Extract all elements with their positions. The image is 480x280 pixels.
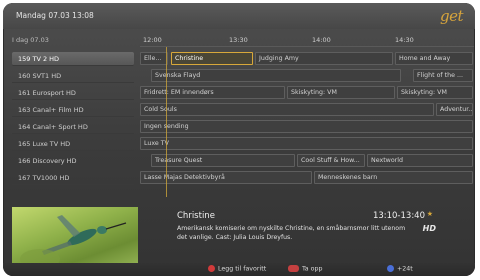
record-button[interactable]: Ta opp [288, 265, 323, 273]
channel-row[interactable]: 159 TV 2 HD [12, 52, 134, 66]
star-icon: ★ [426, 210, 433, 218]
program-cell[interactable]: Cool Stuff & How... [297, 154, 365, 167]
channel-row[interactable]: 160 SVT1 HD [12, 69, 134, 83]
program-info-panel: Christine 13:10-13:40 ★ HD Amerikansk ko… [151, 207, 469, 267]
hd-badge: HD [422, 224, 436, 233]
time-label: 14:30 [395, 36, 414, 44]
record-icon [288, 265, 299, 272]
epg-screen: Mandag 07.03 13:08 get I dag 07.03 12:00… [3, 3, 475, 276]
time-label: 13:30 [229, 36, 248, 44]
channel-row[interactable]: 163 Canal+ Film HD [12, 103, 134, 117]
program-cell[interactable]: Home and Away [395, 52, 473, 65]
top-bar: Mandag 07.03 13:08 get [3, 3, 475, 29]
program-cell[interactable]: Flight of the ... [413, 69, 473, 82]
program-description: Amerikansk komiserie om nyskilte Christi… [177, 225, 406, 241]
current-datetime: Mandag 07.03 13:08 [16, 11, 94, 20]
program-cell[interactable]: Skiskyting: VM [397, 86, 473, 99]
channel-row[interactable]: 166 Discovery HD [12, 154, 134, 168]
today-label: I dag 07.03 [12, 36, 49, 44]
program-cell[interactable]: Svenska Flayd [151, 69, 401, 82]
program-cell[interactable]: Ingen sending [140, 120, 473, 133]
current-time-line [166, 47, 167, 197]
program-cell[interactable]: Nextworld [367, 154, 473, 167]
channel-row[interactable]: 165 Luxe TV HD [12, 137, 134, 151]
time-label: 12:00 [143, 36, 162, 44]
program-cell[interactable]: Luxe TV [140, 137, 473, 150]
footer-bar: Legg til favoritt Ta opp +24t [3, 263, 475, 276]
program-time: 13:10-13:40 [372, 211, 425, 221]
program-cell[interactable]: Elle... [140, 52, 168, 65]
get-logo: get [439, 7, 464, 25]
plus24-button[interactable]: +24t [387, 265, 413, 273]
red-dot-icon [208, 265, 215, 272]
blue-dot-icon [387, 265, 394, 272]
time-label: 14:00 [312, 36, 331, 44]
program-title: Christine [177, 211, 215, 221]
program-cell[interactable]: Menneskenes barn [314, 171, 473, 184]
program-cell[interactable]: Adventur... [436, 103, 473, 116]
channel-row[interactable]: 167 TV1000 HD [12, 171, 134, 185]
channel-row[interactable]: 161 Eurosport HD [12, 86, 134, 100]
program-cell[interactable]: Fridrett: EM innendørs [140, 86, 285, 99]
channel-row[interactable]: 164 Canal+ Sport HD [12, 120, 134, 134]
favorite-button[interactable]: Legg til favoritt [208, 265, 266, 273]
program-cell[interactable]: Skiskyting: VM [287, 86, 395, 99]
program-cell[interactable]: Judging Amy [255, 52, 393, 65]
program-cell-selected[interactable]: Christine [171, 52, 253, 65]
header-divider [140, 46, 474, 47]
program-cell[interactable]: Treasure Quest [151, 154, 295, 167]
program-cell[interactable]: Cold Souls [140, 103, 434, 116]
